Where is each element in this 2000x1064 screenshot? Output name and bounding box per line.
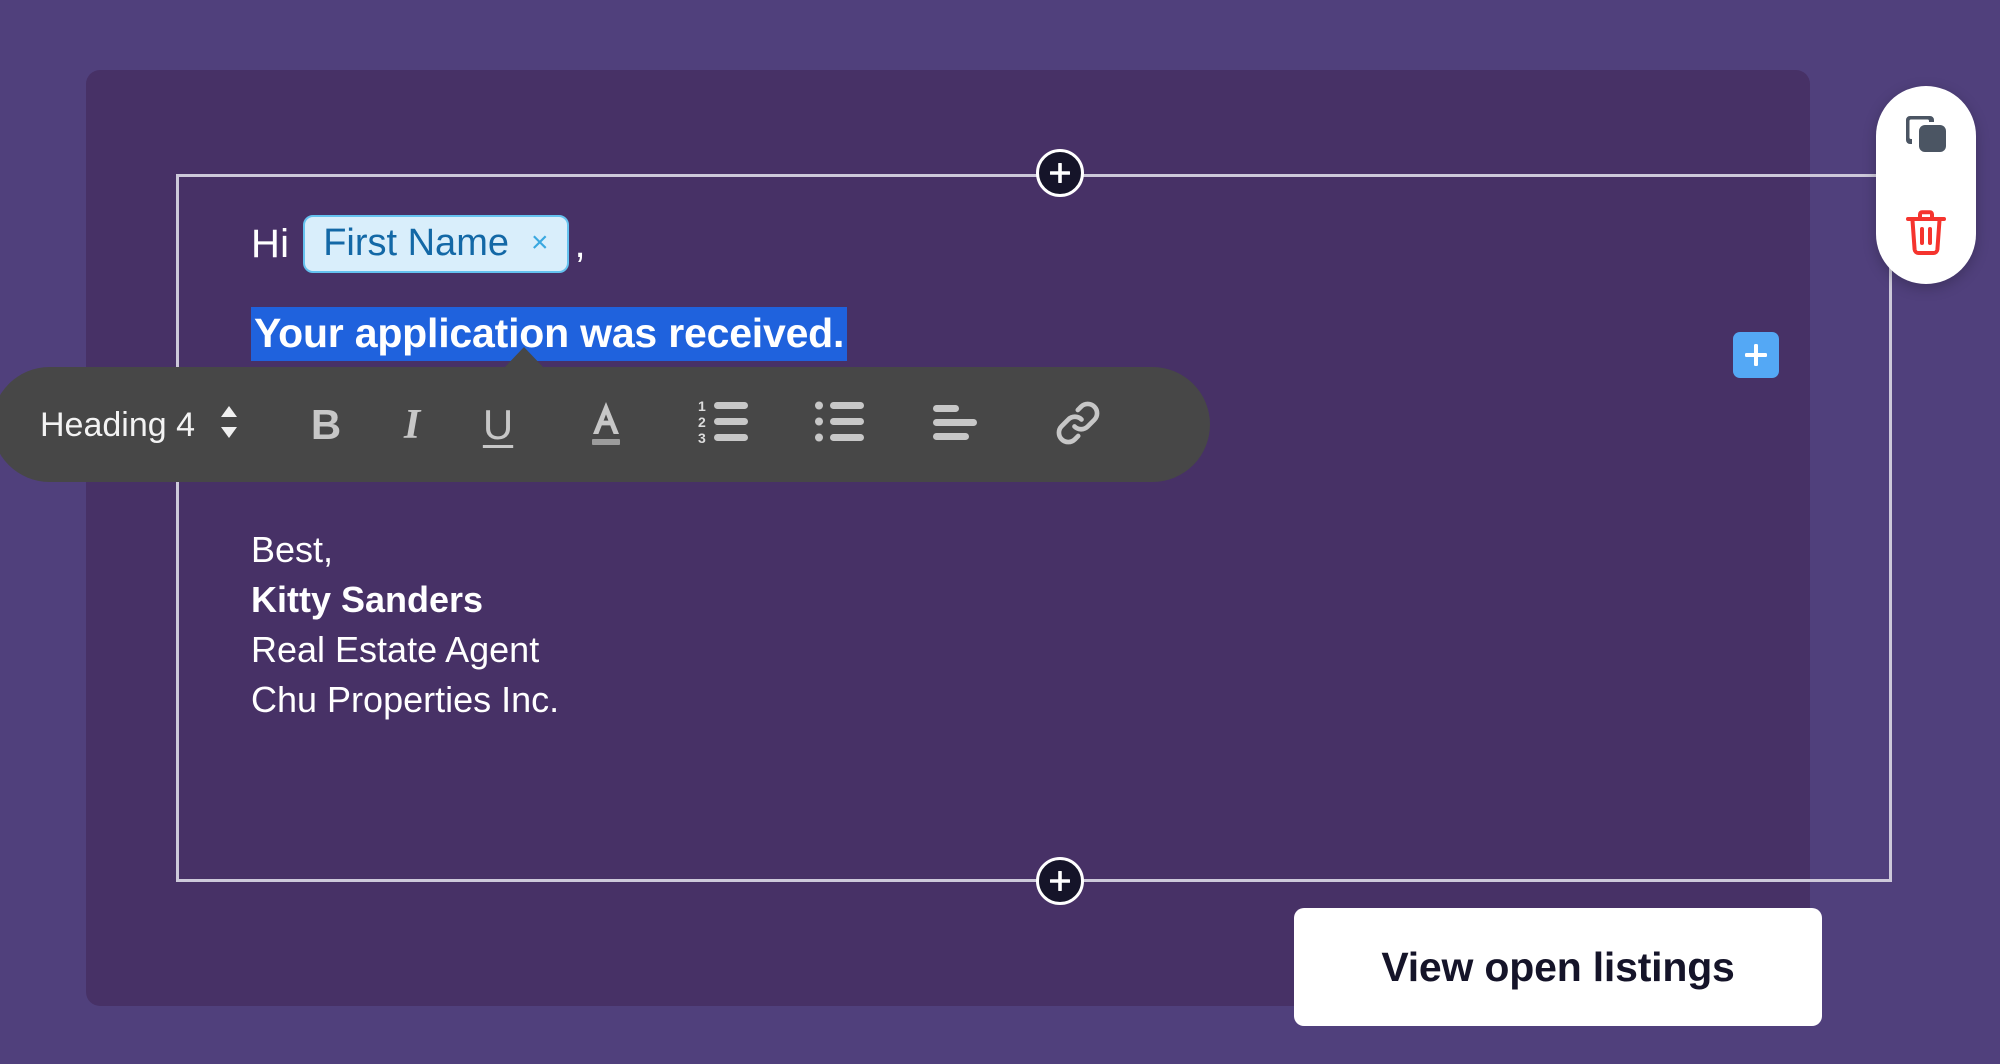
text-color-button[interactable] [563, 382, 649, 468]
text-align-button[interactable] [915, 382, 1001, 468]
greeting-prefix: Hi [251, 222, 290, 266]
signature-line: Best, [251, 529, 334, 571]
text-color-icon [581, 396, 631, 453]
insert-link-button[interactable] [1035, 382, 1121, 468]
greeting-line[interactable]: Hi First Name × , [251, 211, 1889, 277]
rich-text-format-toolbar[interactable]: Heading 4 B I U 1 2 3 [0, 347, 1210, 482]
add-content-button[interactable] [1733, 332, 1779, 378]
align-icon [931, 401, 985, 448]
add-block-below-button[interactable] [1036, 857, 1084, 905]
italic-button[interactable]: I [369, 382, 455, 468]
signature-block[interactable]: Best, Kitty Sanders Real Estate Agent Ch… [251, 525, 1889, 725]
svg-text:1: 1 [698, 398, 706, 414]
merge-tag-close-icon[interactable]: × [531, 228, 549, 258]
selected-content-block[interactable]: Hi First Name × , Your application was r… [176, 174, 1892, 882]
paragraph-style-select[interactable]: Heading 4 [40, 403, 241, 446]
signature-line: Real Estate Agent [251, 629, 540, 671]
bulleted-list-button[interactable] [799, 382, 885, 468]
plus-icon [1050, 163, 1070, 183]
selected-headline-text[interactable]: Your application was received. [251, 307, 848, 362]
trash-icon [1901, 207, 1951, 262]
signature-line: Chu Properties Inc. [251, 679, 560, 721]
toolbar-caret [504, 347, 544, 368]
bold-icon: B [310, 400, 342, 448]
bold-button[interactable]: B [283, 382, 369, 468]
bulleted-list-icon [814, 398, 870, 451]
delete-block-button[interactable] [1895, 204, 1957, 266]
merge-tag-label: First Name [323, 222, 509, 264]
duplicate-icon [1900, 108, 1952, 163]
ordered-list-icon: 1 2 3 [698, 398, 754, 451]
italic-icon: I [403, 401, 421, 448]
plus-icon [1050, 871, 1070, 891]
email-canvas: Hi First Name × , Your application was r… [86, 70, 1892, 1026]
svg-text:3: 3 [698, 430, 706, 446]
underline-button[interactable]: U [455, 382, 541, 468]
svg-text:2: 2 [698, 414, 706, 430]
view-open-listings-button[interactable]: View open listings [1294, 908, 1822, 1026]
paragraph-style-value: Heading 4 [40, 405, 196, 444]
content-block-inner: Hi First Name × , Your application was r… [179, 177, 1889, 879]
duplicate-block-button[interactable] [1895, 105, 1957, 167]
link-icon [1050, 395, 1106, 454]
ordered-list-button[interactable]: 1 2 3 [683, 382, 769, 468]
chevron-updown-icon [217, 403, 241, 446]
block-action-rail[interactable] [1876, 86, 1976, 284]
merge-tag-first-name[interactable]: First Name × [303, 215, 569, 273]
headline-row[interactable]: Your application was received. [251, 307, 1889, 362]
underline-icon: U [482, 400, 514, 448]
signature-line: Kitty Sanders [251, 579, 484, 621]
greeting-suffix: , [574, 222, 586, 266]
add-block-above-button[interactable] [1036, 149, 1084, 197]
